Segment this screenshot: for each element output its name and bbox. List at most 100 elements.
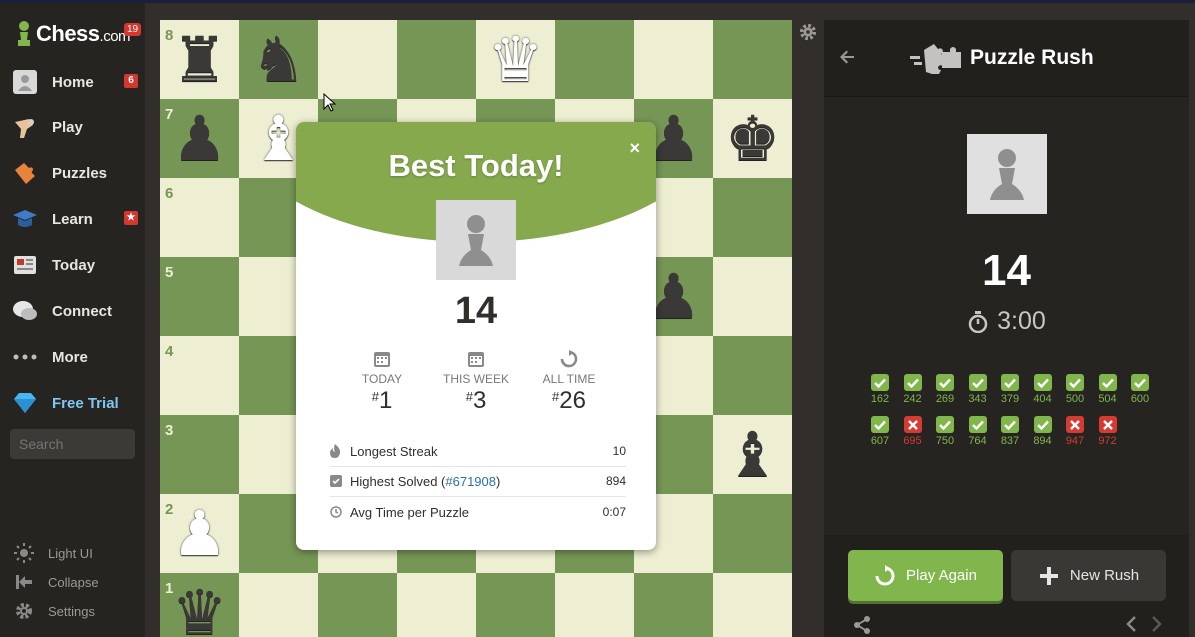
sidebar-item-puzzles[interactable]: Puzzles — [0, 153, 145, 193]
white-pawn-piece[interactable]: ♟ — [160, 494, 239, 573]
sidebar-item-free-trial[interactable]: Free Trial — [0, 383, 145, 423]
board-square[interactable] — [713, 336, 792, 415]
settings-button[interactable]: Settings — [14, 601, 95, 621]
puzzle-result[interactable]: 379 — [994, 374, 1026, 405]
share-icon[interactable] — [853, 616, 871, 634]
gear-icon — [16, 603, 32, 619]
puzzle-link[interactable]: #671908 — [445, 474, 496, 489]
board-square[interactable] — [713, 494, 792, 573]
black-pawn-piece[interactable]: ♟ — [160, 99, 239, 178]
puzzle-result[interactable]: 500 — [1059, 374, 1091, 405]
play-again-button[interactable]: Play Again — [848, 550, 1003, 601]
sidebar-item-connect[interactable]: Connect — [0, 291, 145, 331]
sidebar-item-today[interactable]: Today — [0, 245, 145, 285]
board-square[interactable] — [397, 573, 476, 637]
puzzle-result[interactable]: 972 — [1092, 416, 1124, 447]
rank-today: TODAY #1 — [337, 350, 427, 415]
puzzle-result[interactable]: 947 — [1059, 416, 1091, 447]
puzzle-result[interactable]: 750 — [929, 416, 961, 447]
puzzle-rating: 600 — [1130, 393, 1150, 405]
rank-label: ALL TIME — [542, 372, 596, 386]
puzzle-rating: 162 — [870, 393, 890, 405]
modal-score: 14 — [454, 290, 498, 332]
sidebar-item-home[interactable]: Home 6 — [0, 62, 145, 102]
stat-label: Highest Solved (#671908) — [350, 473, 501, 489]
chevron-right-icon[interactable] — [1150, 616, 1164, 632]
rank-this-week: THIS WEEK #3 — [431, 350, 521, 415]
rank-value: #1 — [371, 387, 393, 414]
clock-icon — [330, 506, 343, 519]
light-ui-toggle[interactable]: Light UI — [14, 543, 93, 563]
board-square[interactable] — [397, 20, 476, 99]
newspaper-icon — [12, 252, 38, 278]
board-square[interactable] — [555, 20, 634, 99]
board-square[interactable] — [713, 20, 792, 99]
search-input[interactable] — [10, 429, 135, 459]
puzzle-rush-panel: Puzzle Rush 14 3:00 162 242 269 343 379 404 50… — [824, 20, 1189, 637]
modal-title: Best Today! — [388, 148, 564, 183]
board-square[interactable] — [555, 573, 634, 637]
check-icon — [1033, 374, 1052, 391]
puzzle-rating: 500 — [1065, 393, 1085, 405]
rank-label: 5 — [165, 264, 174, 281]
black-rook-piece[interactable]: ♜ — [160, 20, 239, 99]
puzzle-rating: 379 — [1000, 393, 1020, 405]
puzzle-result[interactable]: 242 — [897, 374, 929, 405]
puzzle-result[interactable]: 269 — [929, 374, 961, 405]
chat-bubbles-icon — [12, 298, 38, 324]
avatar — [967, 134, 1047, 214]
black-king-piece[interactable]: ♚ — [713, 99, 792, 178]
stat-value: 10 — [612, 444, 626, 458]
puzzle-result[interactable]: 600 — [1124, 374, 1156, 405]
puzzle-rating: 269 — [935, 393, 955, 405]
back-arrow-icon[interactable] — [838, 48, 856, 66]
sidebar-item-play[interactable]: Play — [0, 107, 145, 147]
logo-pawn-icon — [18, 21, 30, 46]
check-icon — [936, 416, 954, 433]
board-settings-gear-icon[interactable] — [799, 23, 817, 41]
board-square[interactable] — [713, 573, 792, 637]
puzzle-result[interactable]: 894 — [1027, 416, 1059, 447]
board-square[interactable] — [476, 573, 555, 637]
board-square[interactable] — [318, 20, 397, 99]
board-square[interactable] — [318, 573, 397, 637]
bottom-item-label: Collapse — [48, 574, 99, 590]
board-square[interactable] — [239, 573, 318, 637]
puzzle-result[interactable]: 162 — [864, 374, 896, 405]
black-knight-piece[interactable]: ♞ — [239, 20, 318, 99]
chevron-left-icon[interactable] — [1124, 616, 1138, 632]
puzzle-result[interactable]: 764 — [962, 416, 994, 447]
puzzle-result[interactable]: 607 — [864, 416, 896, 447]
board-square[interactable] — [713, 257, 792, 336]
black-bishop-piece[interactable]: ♝ — [713, 415, 792, 494]
rank-label: TODAY — [361, 372, 403, 386]
collapse-button[interactable]: Collapse — [14, 572, 99, 592]
puzzle-rating: 695 — [903, 435, 922, 447]
board-square[interactable] — [713, 178, 792, 257]
best-today-modal: Best Today! × 14 TODAY #1 THIS WEEK #3 A… — [296, 122, 656, 550]
black-queen-piece[interactable]: ♛ — [160, 573, 239, 637]
puzzle-result[interactable]: 504 — [1092, 374, 1124, 405]
stat-avg-time: Avg Time per Puzzle 0:07 — [330, 497, 626, 527]
puzzle-result[interactable]: 695 — [897, 416, 929, 447]
board-square[interactable] — [634, 20, 713, 99]
bottom-item-label: Settings — [48, 603, 95, 619]
new-rush-button[interactable]: New Rush — [1011, 550, 1166, 601]
check-icon — [1001, 416, 1019, 433]
close-icon[interactable]: × — [629, 138, 640, 159]
sidebar-item-more[interactable]: More — [0, 337, 145, 377]
notification-badge: 19 — [124, 23, 142, 36]
white-queen-piece[interactable]: ♛ — [476, 20, 555, 99]
rank-value: #3 — [465, 387, 487, 414]
sidebar-item-learn[interactable]: Learn ★ — [0, 199, 145, 239]
board-square[interactable] — [634, 573, 713, 637]
puzzle-result[interactable]: 343 — [962, 374, 994, 405]
check-icon — [1131, 374, 1149, 391]
chess-com-logo[interactable]: Chess.com — [14, 19, 131, 49]
puzzle-rating: 607 — [870, 435, 890, 447]
check-icon — [871, 416, 889, 433]
check-icon — [1066, 374, 1084, 391]
puzzle-result[interactable]: 837 — [994, 416, 1026, 447]
rank-label: 3 — [165, 422, 174, 439]
puzzle-result[interactable]: 404 — [1027, 374, 1059, 405]
